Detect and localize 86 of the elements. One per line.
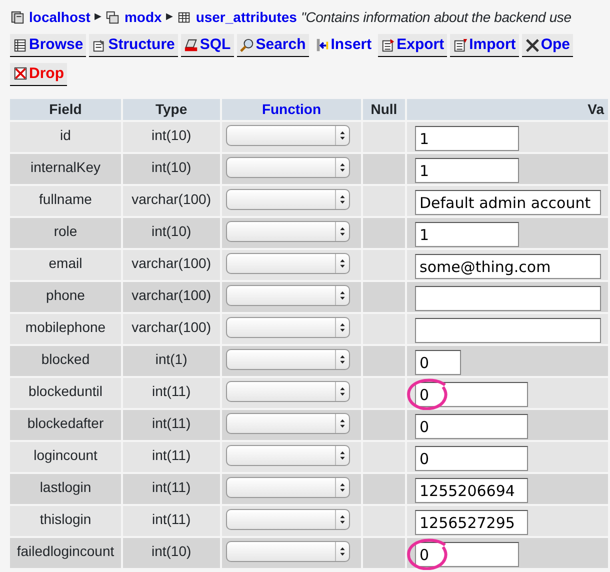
breadcrumb-link[interactable]: modx [124,6,162,28]
tab[interactable]: Import [450,34,519,57]
import-icon [453,38,468,52]
column-header: Field [10,99,121,120]
magnifier-icon [240,38,255,52]
table-cell: int(10) [123,122,220,152]
input-field[interactable]: 1256527295 [414,510,528,535]
table-cell: internalKey [10,154,121,184]
input-field[interactable]: 1 [414,126,518,151]
table-cell: int(11) [123,410,220,440]
input-field[interactable]: 0 [414,446,528,471]
table-cell: fullname [10,186,121,216]
input-field[interactable]: 1 [414,222,518,247]
input-field[interactable]: some@thing.com [414,254,600,279]
table-cell: phone [10,282,121,312]
input-field[interactable]: Default admin account [414,190,600,215]
function-dropdown[interactable] [226,349,350,370]
tab[interactable]: Drop [10,62,67,86]
function-dropdown[interactable] [226,157,350,178]
table-cell: int(11) [123,506,220,536]
drop-icon [13,66,28,81]
table-cell: role [10,218,121,248]
table-cell: failedlogincount [10,538,121,568]
function-dropdown[interactable] [226,445,350,466]
column-header: Type [123,99,220,120]
table-cell: varchar(100) [123,186,220,216]
table-cell: lastlogin [10,474,121,504]
tools-icon [524,38,540,52]
table-cell: blockeduntil [10,378,121,408]
table-cell: varchar(100) [123,314,220,344]
server-icon [10,10,25,24]
input-field[interactable] [414,318,600,343]
breadcrumb-link[interactable]: localhost [29,6,90,28]
tab[interactable]: Export [378,34,448,57]
input-field[interactable]: 1 [414,158,518,183]
input-field[interactable]: 0 [414,350,460,375]
function-dropdown[interactable] [226,125,350,146]
table-cell: int(1) [123,346,220,376]
column-header: Null [363,99,404,120]
function-dropdown[interactable] [226,253,350,274]
table-cell: varchar(100) [123,250,220,280]
tab[interactable]: Search [236,34,309,57]
function-dropdown[interactable] [226,189,350,210]
function-dropdown[interactable] [226,541,350,562]
table-icon [176,10,192,24]
function-dropdown[interactable] [226,317,350,338]
input-field[interactable]: 1255206694 [414,478,528,503]
table-cell: int(11) [123,474,220,504]
input-field[interactable]: 0 [414,414,528,439]
column-header[interactable]: Function [222,99,362,120]
table-cell: int(11) [123,378,220,408]
function-dropdown[interactable] [226,221,350,242]
table-cell: mobilephone [10,314,121,344]
tab[interactable]: Ope [522,34,573,57]
breadcrumb-arrow: ▶ [166,10,173,24]
function-dropdown[interactable] [226,509,350,530]
table-cell: blocked [10,346,121,376]
breadcrumb-link[interactable]: user_attributes [196,6,297,28]
table-cell: int(10) [123,218,220,248]
export-icon [380,38,396,52]
database-icon [105,10,120,24]
input-field[interactable]: 0 [414,382,528,407]
table-cell: int(10) [123,154,220,184]
sql-icon [184,38,199,52]
tab[interactable]: Structure [89,34,178,57]
input-field[interactable] [414,286,600,311]
insert-icon [314,38,330,52]
function-dropdown[interactable] [226,381,350,402]
tab[interactable]: Browse [10,34,86,57]
column-header: Va [406,99,608,120]
table-cell: varchar(100) [123,282,220,312]
tab[interactable]: SQL [180,34,234,57]
table-cell: blockedafter [10,410,121,440]
table-cell: thislogin [10,506,121,536]
function-dropdown[interactable] [226,285,350,306]
function-dropdown[interactable] [226,413,350,434]
table-comment: "Contains information about the backend use [300,8,572,26]
breadcrumb-arrow: ▶ [94,10,102,24]
table-cell: id [10,122,121,152]
table-cell: int(11) [123,442,220,472]
function-dropdown[interactable] [226,477,350,498]
table-cell: email [10,250,121,280]
table-cell: logincount [10,442,121,472]
table-cell: int(10) [123,538,220,568]
table-icon [13,38,28,52]
input-field[interactable]: 0 [414,542,518,567]
